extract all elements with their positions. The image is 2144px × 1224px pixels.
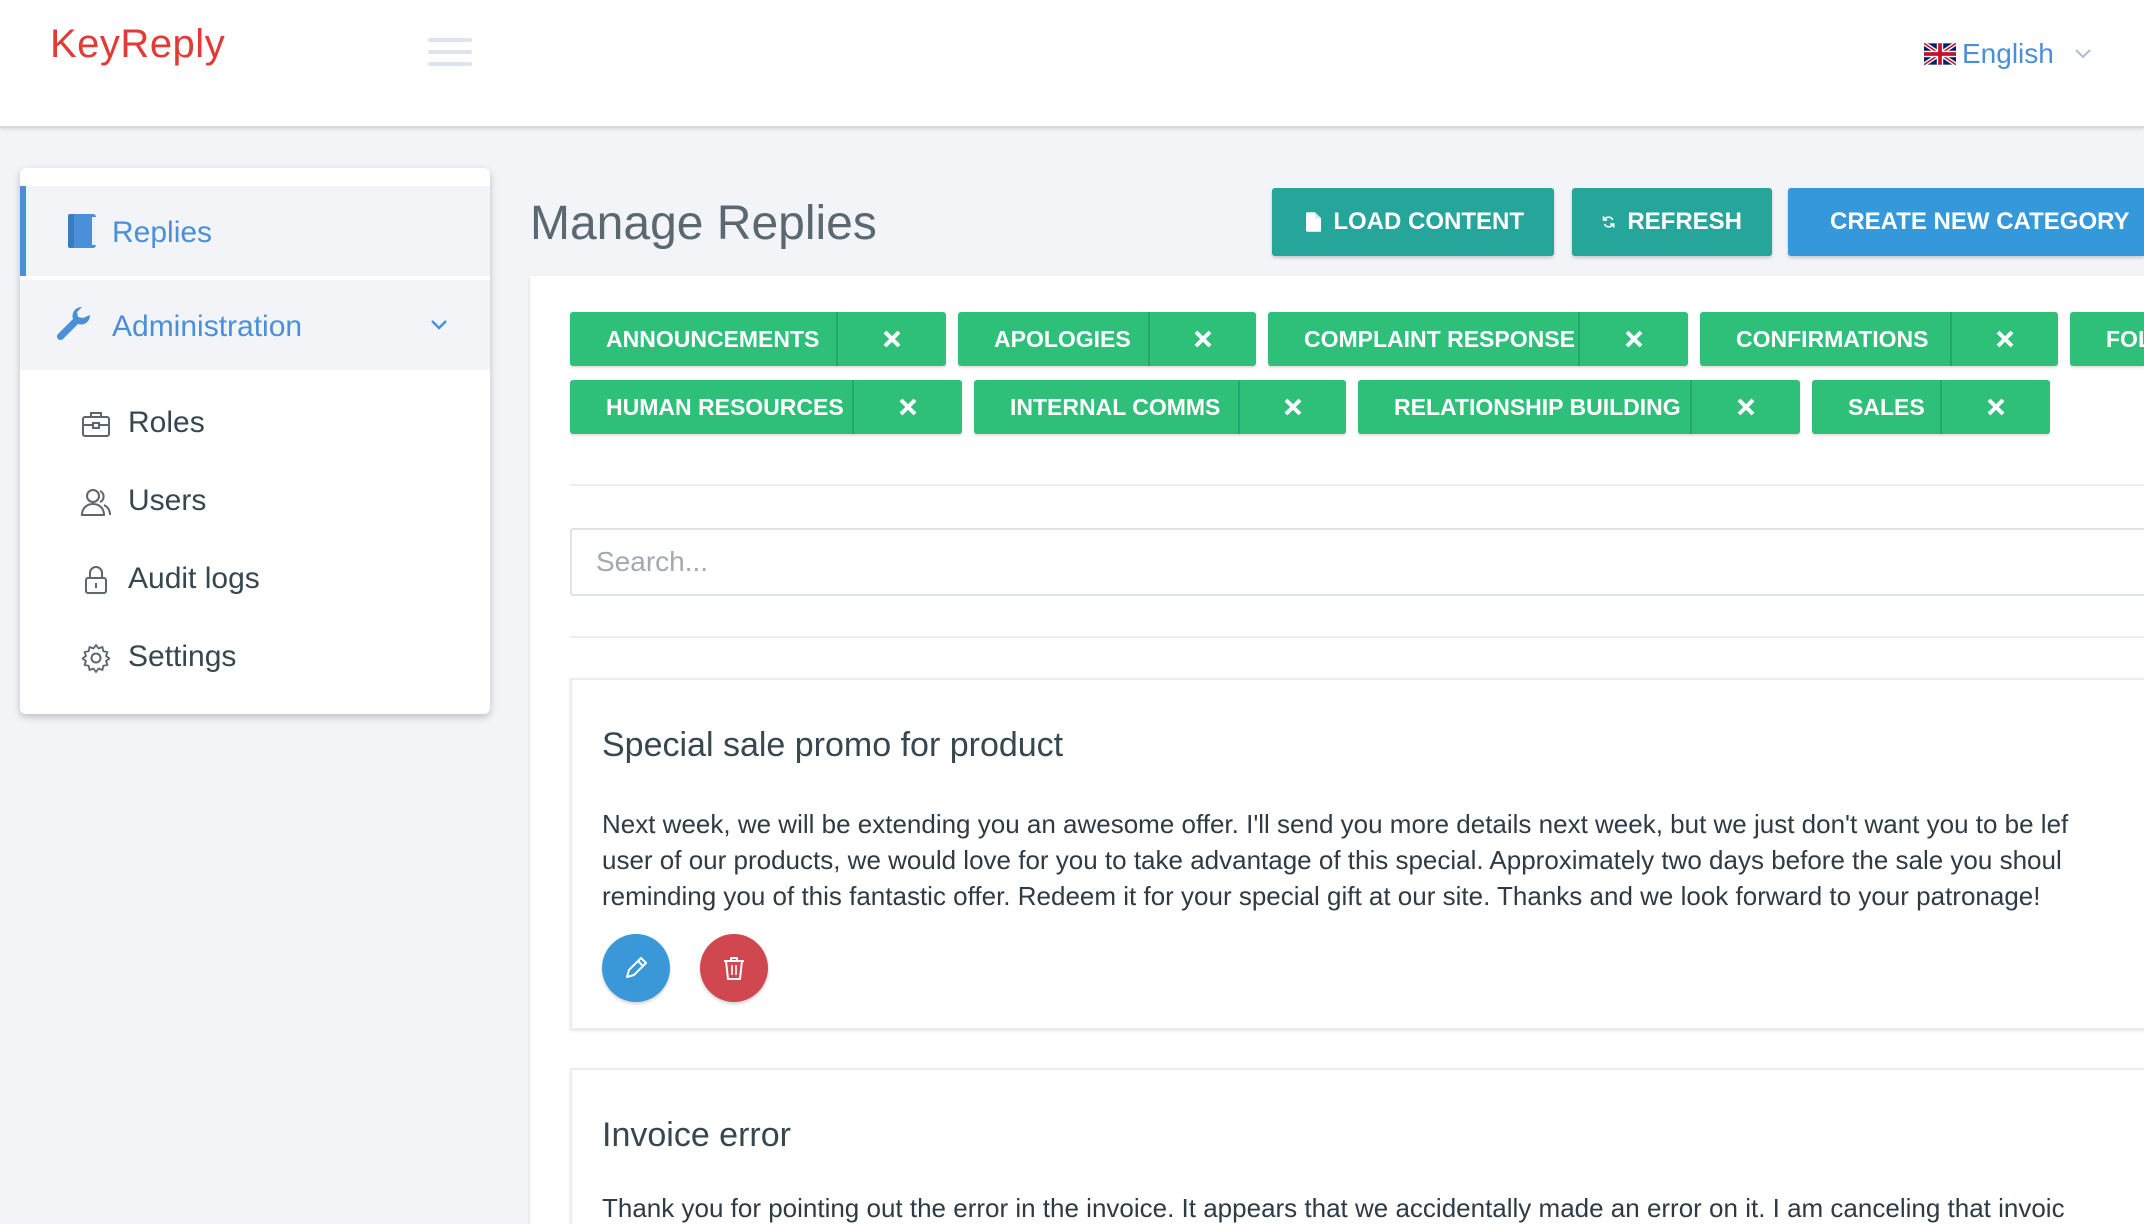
category-tag: APOLOGIES — [958, 312, 1256, 366]
category-tag-label[interactable]: CONFIRMATIONS — [1700, 312, 1952, 366]
category-tag: INTERNAL COMMS — [974, 380, 1346, 434]
category-tag: FOL — [2070, 312, 2144, 366]
reply-title: Invoice error — [602, 1116, 791, 1154]
wrench-icon — [56, 306, 91, 341]
language-selector[interactable]: English — [1924, 36, 2092, 72]
sidebar-item-settings[interactable]: Settings — [20, 624, 490, 688]
category-tag: CONFIRMATIONS — [1700, 312, 2058, 366]
divider — [570, 484, 2144, 486]
sidebar-item-label: Administration — [112, 310, 303, 343]
sidebar-item-label: Replies — [112, 216, 213, 249]
search-input[interactable] — [570, 528, 2144, 596]
category-tag: COMPLAINT RESPONSE — [1268, 312, 1688, 366]
language-label: English — [1962, 38, 2054, 69]
category-tag-label[interactable]: FOL — [2070, 312, 2144, 366]
category-tag-label[interactable]: INTERNAL COMMS — [974, 380, 1240, 434]
users-icon — [80, 489, 111, 516]
edit-reply-button[interactable] — [602, 934, 670, 1002]
sidebar-item-audit-logs[interactable]: Audit logs — [20, 546, 490, 610]
chevron-down-icon — [431, 320, 447, 330]
close-icon[interactable] — [838, 312, 946, 366]
category-tag-label[interactable]: COMPLAINT RESPONSE — [1268, 312, 1580, 366]
divider — [570, 636, 2144, 638]
category-tag-label[interactable]: HUMAN RESOURCES — [570, 380, 854, 434]
reply-title: Special sale promo for product — [602, 726, 1064, 764]
refresh-icon — [1602, 216, 1615, 228]
keyreply-logo[interactable]: KeyReply — [50, 22, 225, 67]
sidebar-item-label: Users — [128, 484, 207, 517]
sidebar-item-label: Roles — [128, 406, 205, 439]
category-tag: ANNOUNCEMENTS — [570, 312, 946, 366]
load-content-label: LOAD CONTENT — [1333, 208, 1524, 235]
sidebar-item-users[interactable]: Users — [20, 468, 490, 532]
reply-body: Thank you for pointing out the error in … — [602, 1190, 2144, 1224]
gear-icon — [81, 644, 111, 673]
lock-icon — [85, 566, 107, 594]
load-content-button[interactable]: LOAD CONTENT — [1272, 188, 1554, 256]
category-tag: RELATIONSHIP BUILDING — [1358, 380, 1800, 434]
trash-icon — [724, 957, 744, 980]
close-icon[interactable] — [1150, 312, 1256, 366]
sidebar-item-roles[interactable]: Roles — [20, 390, 490, 454]
reply-card: Special sale promo for product Next week… — [570, 678, 2144, 1030]
category-tag-label[interactable]: SALES — [1812, 380, 1942, 434]
sidebar: Replies Administration Roles Users Audit… — [20, 168, 490, 714]
reply-body-line: Next week, we will be extending you an a… — [602, 809, 2069, 839]
close-icon[interactable] — [1240, 380, 1346, 434]
category-tag: SALES — [1812, 380, 2050, 434]
sidebar-item-administration[interactable]: Administration — [20, 280, 490, 370]
book-icon — [68, 214, 96, 248]
close-icon[interactable] — [1942, 380, 2050, 434]
uk-flag-icon — [1924, 43, 1956, 65]
close-icon[interactable] — [1952, 312, 2058, 366]
file-icon — [1306, 212, 1322, 232]
category-tag-label[interactable]: ANNOUNCEMENTS — [570, 312, 838, 366]
page-title: Manage Replies — [530, 197, 877, 250]
reply-body: Next week, we will be extending you an a… — [602, 806, 2144, 914]
refresh-button[interactable]: REFRESH — [1572, 188, 1772, 256]
close-icon[interactable] — [1692, 380, 1800, 434]
sidebar-item-label: Settings — [128, 640, 237, 673]
reply-body-line: user of our products, we would love for … — [602, 845, 2062, 875]
refresh-label: REFRESH — [1627, 208, 1742, 235]
close-icon[interactable] — [854, 380, 962, 434]
reply-body-line: reminding you of this fantastic offer. R… — [602, 881, 2041, 911]
briefcase-icon — [82, 412, 110, 437]
sidebar-item-replies[interactable]: Replies — [20, 186, 490, 276]
reply-card: Invoice error Thank you for pointing out… — [570, 1068, 2144, 1224]
hamburger-menu-icon[interactable] — [428, 38, 472, 68]
top-header: KeyReply English — [0, 0, 2144, 128]
category-tag-label[interactable]: APOLOGIES — [958, 312, 1150, 366]
create-new-category-button[interactable]: CREATE NEW CATEGORY — [1788, 188, 2144, 256]
close-icon[interactable] — [1580, 312, 1688, 366]
category-tag: HUMAN RESOURCES — [570, 380, 962, 434]
create-new-category-label: CREATE NEW CATEGORY — [1830, 208, 2130, 235]
sidebar-item-label: Audit logs — [128, 562, 260, 595]
category-tag-label[interactable]: RELATIONSHIP BUILDING — [1358, 380, 1692, 434]
reply-body-line: Thank you for pointing out the error in … — [602, 1193, 2065, 1223]
delete-reply-button[interactable] — [700, 934, 768, 1002]
chevron-down-icon — [2075, 49, 2091, 59]
pencil-icon — [626, 957, 647, 978]
